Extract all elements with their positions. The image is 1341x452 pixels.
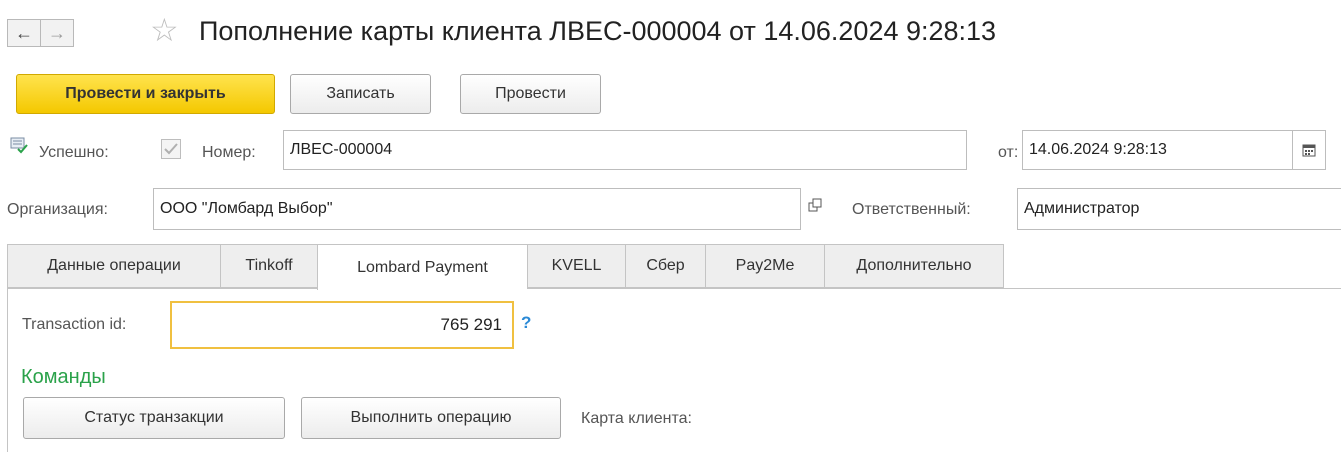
- tab-pay2me[interactable]: Pay2Me: [705, 244, 824, 288]
- client-card-label: Карта клиента:: [581, 410, 692, 427]
- commands-title: Команды: [21, 366, 106, 388]
- document-status-icon: [10, 137, 28, 155]
- post-button[interactable]: Провести: [460, 74, 601, 114]
- save-button[interactable]: Записать: [290, 74, 431, 114]
- open-link-icon[interactable]: [808, 198, 824, 214]
- panel-border: [7, 288, 8, 452]
- back-button[interactable]: ←: [7, 19, 41, 47]
- success-label: Успешно:: [39, 144, 109, 161]
- organization-field[interactable]: ООО "Ломбард Выбор": [153, 188, 801, 230]
- tab-operation-data[interactable]: Данные операции: [7, 244, 220, 288]
- arrow-left-icon: ←: [15, 22, 33, 43]
- responsible-label: Ответственный:: [852, 201, 971, 218]
- transaction-id-label: Transaction id:: [22, 316, 127, 333]
- responsible-field[interactable]: Администратор: [1017, 188, 1341, 230]
- organization-label: Организация:: [7, 201, 108, 218]
- transaction-id-input[interactable]: 765 291: [170, 301, 514, 349]
- forward-button[interactable]: →: [40, 19, 74, 47]
- execute-operation-button[interactable]: Выполнить операцию: [301, 397, 561, 439]
- calendar-button[interactable]: [1292, 130, 1326, 170]
- number-label: Номер:: [202, 144, 256, 161]
- date-label: от:: [998, 144, 1019, 161]
- tab-tinkoff[interactable]: Tinkoff: [220, 244, 317, 288]
- tab-sber[interactable]: Сбер: [625, 244, 705, 288]
- success-checkbox: [161, 139, 181, 159]
- tab-strip: Данные операции Tinkoff Lombard Payment …: [7, 244, 1004, 290]
- tab-kvell[interactable]: KVELL: [527, 244, 625, 288]
- number-field[interactable]: ЛВЕС-000004: [283, 130, 967, 170]
- post-and-close-button[interactable]: Провести и закрыть: [16, 74, 275, 114]
- arrow-right-icon: →: [48, 22, 66, 43]
- star-icon[interactable]: ☆: [150, 14, 179, 46]
- calendar-icon: [1302, 144, 1316, 157]
- page-title: Пополнение карты клиента ЛВЕС-000004 от …: [199, 16, 997, 46]
- date-field[interactable]: 14.06.2024 9:28:13: [1022, 130, 1293, 170]
- tab-lombard-payment[interactable]: Lombard Payment: [317, 244, 527, 290]
- transaction-status-button[interactable]: Статус транзакции: [23, 397, 285, 439]
- tab-additional[interactable]: Дополнительно: [824, 244, 1004, 288]
- help-icon[interactable]: ?: [521, 313, 531, 333]
